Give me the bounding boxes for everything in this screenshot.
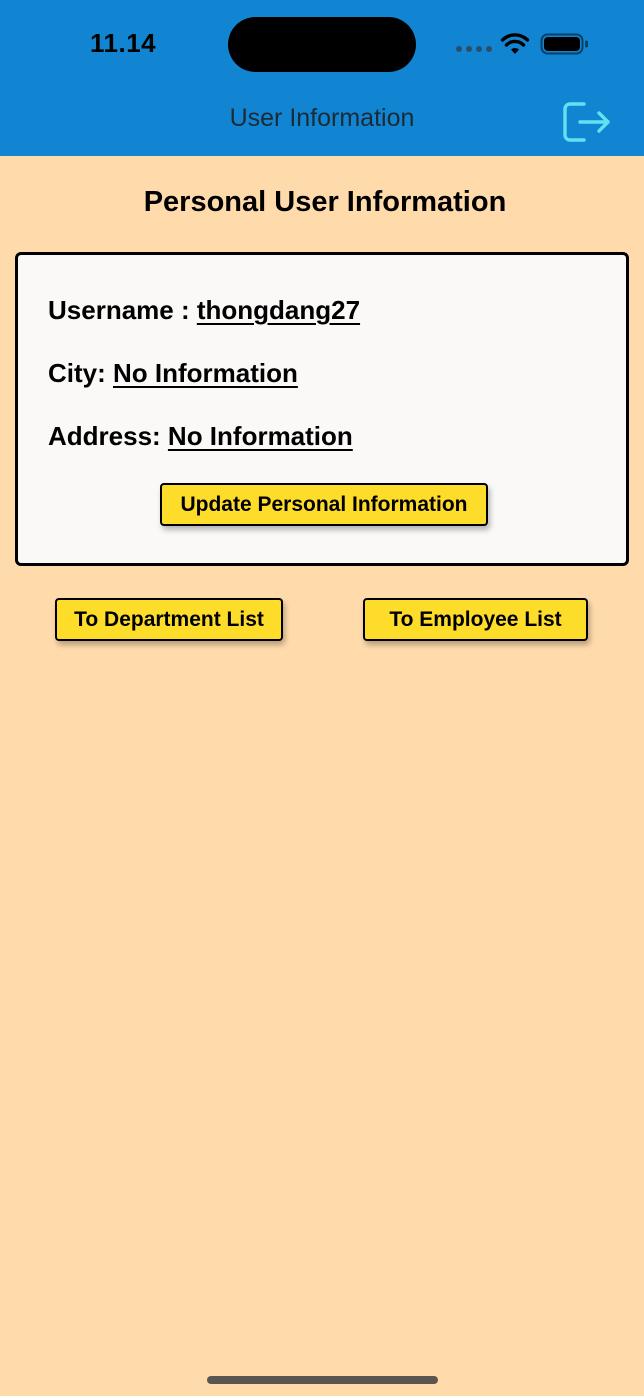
cellular-signal-icon [456,46,492,52]
to-department-list-button[interactable]: To Department List [55,598,283,641]
address-value[interactable]: No Information [168,421,353,451]
logout-icon[interactable] [562,100,612,144]
username-value[interactable]: thongdang27 [197,295,360,325]
city-value[interactable]: No Information [113,358,298,388]
username-row: Username : thongdang27 [48,295,360,326]
status-indicators [456,30,596,60]
home-indicator[interactable] [207,1376,438,1384]
page-title: Personal User Information [143,186,507,218]
nav-title: User Information [229,104,415,132]
update-personal-info-button[interactable]: Update Personal Information [160,483,488,526]
status-time: 11.14 [90,28,157,58]
wifi-icon [500,33,530,54]
personal-info-card: Username : thongdang27 City: No Informat… [15,252,629,566]
battery-icon [540,33,588,55]
address-label: Address: [48,421,168,451]
address-row: Address: No Information [48,421,353,452]
city-label: City: [48,358,113,388]
username-label: Username : [48,295,197,325]
city-row: City: No Information [48,358,298,389]
dynamic-island [228,17,416,72]
navigation-header: 11.14 User Information [0,0,644,156]
to-employee-list-button[interactable]: To Employee List [363,598,588,641]
